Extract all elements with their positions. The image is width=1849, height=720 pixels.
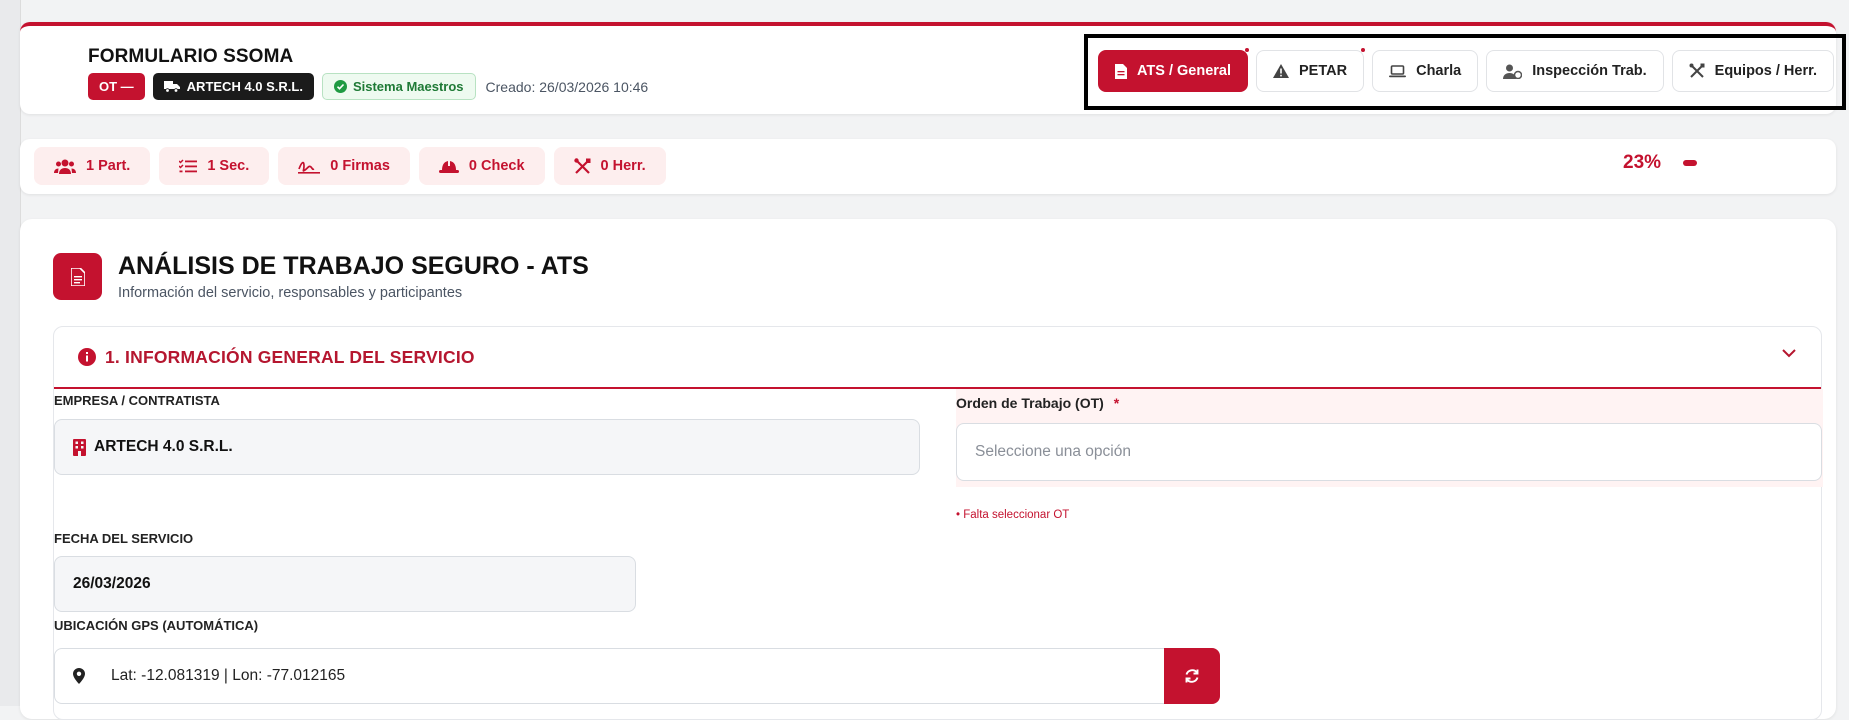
tools-icon: [573, 157, 591, 174]
document-icon: [1115, 63, 1127, 79]
tab-inspeccion[interactable]: Inspección Trab.: [1486, 50, 1664, 92]
section-title: 1. INFORMACIÓN GENERAL DEL SERVICIO: [105, 346, 475, 367]
tab-label: PETAR: [1299, 63, 1348, 79]
stat-participants[interactable]: 1 Part.: [34, 147, 151, 185]
laptop-icon: [1389, 64, 1407, 77]
ot-placeholder: Seleccione una opción: [975, 443, 1131, 460]
tab-indicator-dot: [1361, 48, 1366, 52]
progress-label: 23%: [1623, 152, 1662, 173]
stat-label: 0 Firmas: [330, 158, 390, 174]
tab-charla[interactable]: Charla: [1372, 50, 1479, 92]
stat-sections[interactable]: 1 Sec.: [159, 147, 270, 185]
gps-label: UBICACIÓN GPS (AUTOMÁTICA): [54, 618, 259, 633]
gps-icon-wrap: [55, 668, 103, 684]
company-label: EMPRESA / CONTRATISTA: [54, 393, 220, 408]
stats-bar: 1 Part. 1 Sec. 0 Firmas 0 Check 0 Herr. …: [20, 139, 1836, 194]
document-icon: [70, 267, 85, 286]
user-check-icon: [1503, 64, 1523, 79]
ot-error-message: • Falta seleccionar OT: [956, 509, 1070, 521]
page-subtitle: Información del servicio, responsables y…: [118, 285, 463, 301]
section-header[interactable]: 1. INFORMACIÓN GENERAL DEL SERVICIO: [54, 327, 1821, 389]
list-check-icon: [179, 158, 198, 172]
stat-label: 1 Part.: [86, 158, 131, 174]
refresh-icon: [1185, 669, 1199, 683]
date-label: FECHA DEL SERVICIO: [54, 531, 194, 546]
tab-indicator-dot: [1245, 48, 1250, 52]
stat-label: 0 Check: [468, 158, 525, 174]
tab-equipos[interactable]: Equipos / Herr.: [1671, 50, 1834, 92]
tools-icon: [1689, 63, 1705, 78]
progress-fill: [1683, 160, 1697, 166]
date-value: 26/03/2026: [73, 575, 151, 592]
section-general-info: 1. INFORMACIÓN GENERAL DEL SERVICIO EMPR…: [53, 326, 1823, 720]
company-field: ARTECH 4.0 S.R.L.: [54, 419, 920, 475]
ot-badge: OT —: [88, 73, 145, 100]
tab-label: Inspección Trab.: [1532, 63, 1647, 79]
form-tabs: ATS / General PETAR Charla Inspección Tr…: [1098, 48, 1834, 92]
chevron-down-icon[interactable]: [1781, 347, 1797, 359]
left-sidebar-edge: [0, 0, 21, 706]
ot-label: Orden de Trabajo (OT) *: [956, 395, 1119, 411]
map-pin-icon: [73, 668, 85, 684]
stat-label: 0 Herr.: [600, 158, 646, 174]
stat-signatures[interactable]: 0 Firmas: [278, 147, 410, 185]
page-title: ANÁLISIS DE TRABAJO SEGURO - ATS: [118, 252, 589, 280]
building-icon: [73, 438, 86, 456]
truck-icon: [163, 81, 180, 93]
helmet-icon: [438, 159, 459, 173]
created-timestamp: Creado: 26/03/2026 10:46: [485, 78, 649, 95]
tab-label: ATS / General: [1137, 63, 1232, 79]
gps-refresh-button[interactable]: [1164, 648, 1220, 704]
ot-select[interactable]: Seleccione una opción: [956, 423, 1822, 481]
stat-label: 1 Sec.: [207, 158, 250, 174]
tab-label: Charla: [1416, 63, 1462, 79]
system-badge-label: Sistema Maestros: [352, 79, 464, 94]
stats-list: 1 Part. 1 Sec. 0 Firmas 0 Check 0 Herr.: [34, 147, 666, 185]
gps-value: Lat: -12.081319 | Lon: -77.012165: [111, 667, 346, 684]
ats-icon-tile: [53, 253, 102, 300]
stat-tools[interactable]: 0 Herr.: [553, 147, 666, 185]
form-title: FORMULARIO SSOMA: [88, 46, 294, 67]
tab-label: Equipos / Herr.: [1714, 63, 1817, 79]
signature-icon: [298, 161, 321, 174]
system-badge: Sistema Maestros: [321, 73, 476, 100]
company-badge: ARTECH 4.0 S.R.L.: [152, 73, 314, 100]
main-card: ANÁLISIS DE TRABAJO SEGURO - ATS Informa…: [20, 219, 1836, 720]
ot-label-text: Orden de Trabajo (OT): [956, 395, 1104, 411]
header-badges: OT — ARTECH 4.0 S.R.L. Sistema Maestros …: [88, 73, 648, 100]
warning-icon: [1273, 64, 1290, 78]
tab-ats-general[interactable]: ATS / General: [1098, 48, 1250, 92]
stat-checks[interactable]: 0 Check: [418, 147, 545, 185]
progress-track: [1683, 160, 1743, 166]
check-circle-icon: [333, 80, 347, 93]
company-badge-label: ARTECH 4.0 S.R.L.: [186, 79, 303, 94]
tab-petar[interactable]: PETAR: [1256, 48, 1366, 92]
company-value: ARTECH 4.0 S.R.L.: [94, 438, 233, 455]
gps-field: Lat: -12.081319 | Lon: -77.012165: [54, 648, 1219, 704]
required-marker: *: [1113, 395, 1120, 411]
users-icon: [54, 159, 76, 174]
info-icon: [78, 348, 96, 366]
date-field[interactable]: 26/03/2026: [54, 556, 636, 612]
progress-indicator: 23%: [1623, 152, 1743, 174]
